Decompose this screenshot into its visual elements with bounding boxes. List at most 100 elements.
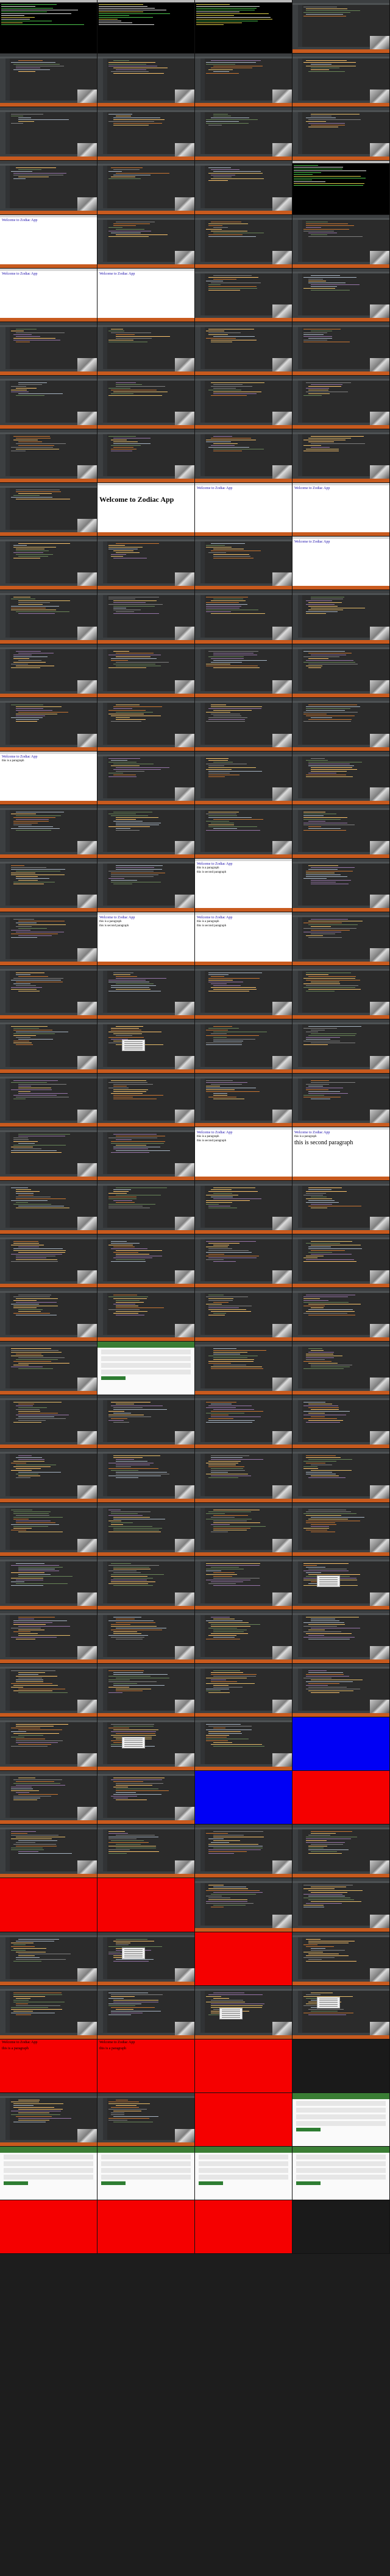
code-area[interactable]: [206, 597, 289, 615]
code-area[interactable]: [303, 1295, 387, 1317]
project-sidebar[interactable]: [195, 1722, 200, 1765]
code-area[interactable]: [303, 1563, 387, 1587]
editor-tabs[interactable]: [195, 271, 292, 273]
editor-tabs[interactable]: [98, 110, 194, 113]
editor-tabs[interactable]: [0, 1345, 97, 1347]
editor-tabs[interactable]: [98, 325, 194, 327]
project-sidebar[interactable]: [195, 1400, 200, 1443]
code-area[interactable]: [11, 1133, 94, 1154]
code-area[interactable]: [206, 1026, 289, 1046]
code-area[interactable]: [108, 865, 192, 885]
project-sidebar[interactable]: [0, 1668, 5, 1711]
code-area[interactable]: [206, 1187, 289, 1209]
code-area[interactable]: [206, 1831, 289, 1855]
project-sidebar[interactable]: [0, 326, 5, 369]
project-sidebar[interactable]: [195, 380, 200, 423]
editor-tabs[interactable]: [292, 1452, 389, 1454]
project-sidebar[interactable]: [98, 649, 103, 691]
editor-tabs[interactable]: [292, 271, 389, 273]
code-area[interactable]: [303, 704, 387, 723]
code-area[interactable]: [108, 650, 192, 669]
editor-tabs[interactable]: [0, 110, 97, 113]
code-area[interactable]: [303, 221, 387, 238]
code-area[interactable]: [108, 1240, 192, 1263]
editor-tabs[interactable]: [292, 700, 389, 703]
project-sidebar[interactable]: [195, 756, 200, 798]
code-area[interactable]: [108, 1133, 192, 1154]
project-sidebar[interactable]: [292, 756, 298, 798]
project-sidebar[interactable]: [292, 58, 298, 101]
code-area[interactable]: [11, 1670, 94, 1694]
site-button[interactable]: [296, 2181, 321, 2185]
project-sidebar[interactable]: [195, 58, 200, 101]
code-area[interactable]: [303, 919, 387, 939]
project-sidebar[interactable]: [292, 1561, 298, 1603]
project-sidebar[interactable]: [98, 219, 103, 262]
project-sidebar[interactable]: [0, 1990, 5, 2033]
project-sidebar[interactable]: [98, 1990, 103, 2033]
editor-tabs[interactable]: [98, 969, 194, 971]
code-area[interactable]: [108, 543, 192, 560]
editor-tabs[interactable]: [0, 1935, 97, 1937]
editor-tabs[interactable]: [0, 1183, 97, 1186]
editor-tabs[interactable]: [98, 1559, 194, 1561]
code-area[interactable]: [11, 1724, 94, 1748]
project-sidebar[interactable]: [0, 595, 5, 638]
code-area[interactable]: [108, 811, 192, 832]
editor-tabs[interactable]: [292, 969, 389, 971]
editor-tabs[interactable]: [98, 164, 194, 166]
project-sidebar[interactable]: [195, 1454, 200, 1496]
editor-tabs[interactable]: [0, 1774, 97, 1776]
project-sidebar[interactable]: [0, 1024, 5, 1067]
editor-tabs[interactable]: [0, 164, 97, 166]
project-sidebar[interactable]: [195, 166, 200, 208]
editor-tabs[interactable]: [0, 1988, 97, 1991]
project-sidebar[interactable]: [98, 1400, 103, 1443]
editor-tabs[interactable]: [292, 1988, 389, 1991]
project-sidebar[interactable]: [0, 1937, 5, 1979]
code-area[interactable]: [11, 1402, 94, 1424]
code-area[interactable]: [303, 275, 387, 292]
code-area[interactable]: [11, 1938, 94, 1963]
code-area[interactable]: [11, 114, 94, 125]
site-button[interactable]: [199, 2181, 223, 2185]
project-sidebar[interactable]: [292, 595, 298, 638]
code-area[interactable]: [108, 1992, 192, 2016]
project-sidebar[interactable]: [0, 1561, 5, 1603]
code-area[interactable]: [11, 328, 94, 343]
editor-tabs[interactable]: [195, 217, 292, 220]
project-sidebar[interactable]: [0, 380, 5, 423]
editor-tabs[interactable]: [0, 808, 97, 810]
editor-tabs[interactable]: [195, 700, 292, 703]
editor-tabs[interactable]: [292, 378, 389, 381]
project-sidebar[interactable]: [0, 541, 5, 584]
code-area[interactable]: [206, 167, 289, 182]
project-sidebar[interactable]: [98, 1668, 103, 1711]
code-area[interactable]: [11, 490, 94, 501]
editor-tabs[interactable]: [98, 1130, 194, 1132]
project-sidebar[interactable]: [292, 1883, 298, 1926]
project-sidebar[interactable]: [195, 1668, 200, 1711]
project-sidebar[interactable]: [195, 1078, 200, 1121]
editor-tabs[interactable]: [98, 1237, 194, 1239]
code-area[interactable]: [303, 7, 387, 18]
editor-tabs[interactable]: [292, 1505, 389, 1508]
project-sidebar[interactable]: [195, 809, 200, 852]
project-sidebar[interactable]: [0, 166, 5, 208]
editor-tabs[interactable]: [292, 1559, 389, 1561]
editor-tabs[interactable]: [98, 1988, 194, 1991]
code-area[interactable]: [108, 1295, 192, 1317]
project-sidebar[interactable]: [98, 595, 103, 638]
site-button[interactable]: [4, 2181, 28, 2185]
project-sidebar[interactable]: [98, 971, 103, 1013]
code-area[interactable]: [108, 704, 192, 723]
project-sidebar[interactable]: [292, 1400, 298, 1443]
editor-tabs[interactable]: [292, 862, 389, 864]
project-sidebar[interactable]: [98, 434, 103, 477]
editor-tabs[interactable]: [98, 1291, 194, 1293]
code-area[interactable]: [303, 1992, 387, 2016]
editor-tabs[interactable]: [98, 1183, 194, 1186]
project-sidebar[interactable]: [0, 649, 5, 691]
project-sidebar[interactable]: [0, 1346, 5, 1389]
code-area[interactable]: [108, 758, 192, 778]
